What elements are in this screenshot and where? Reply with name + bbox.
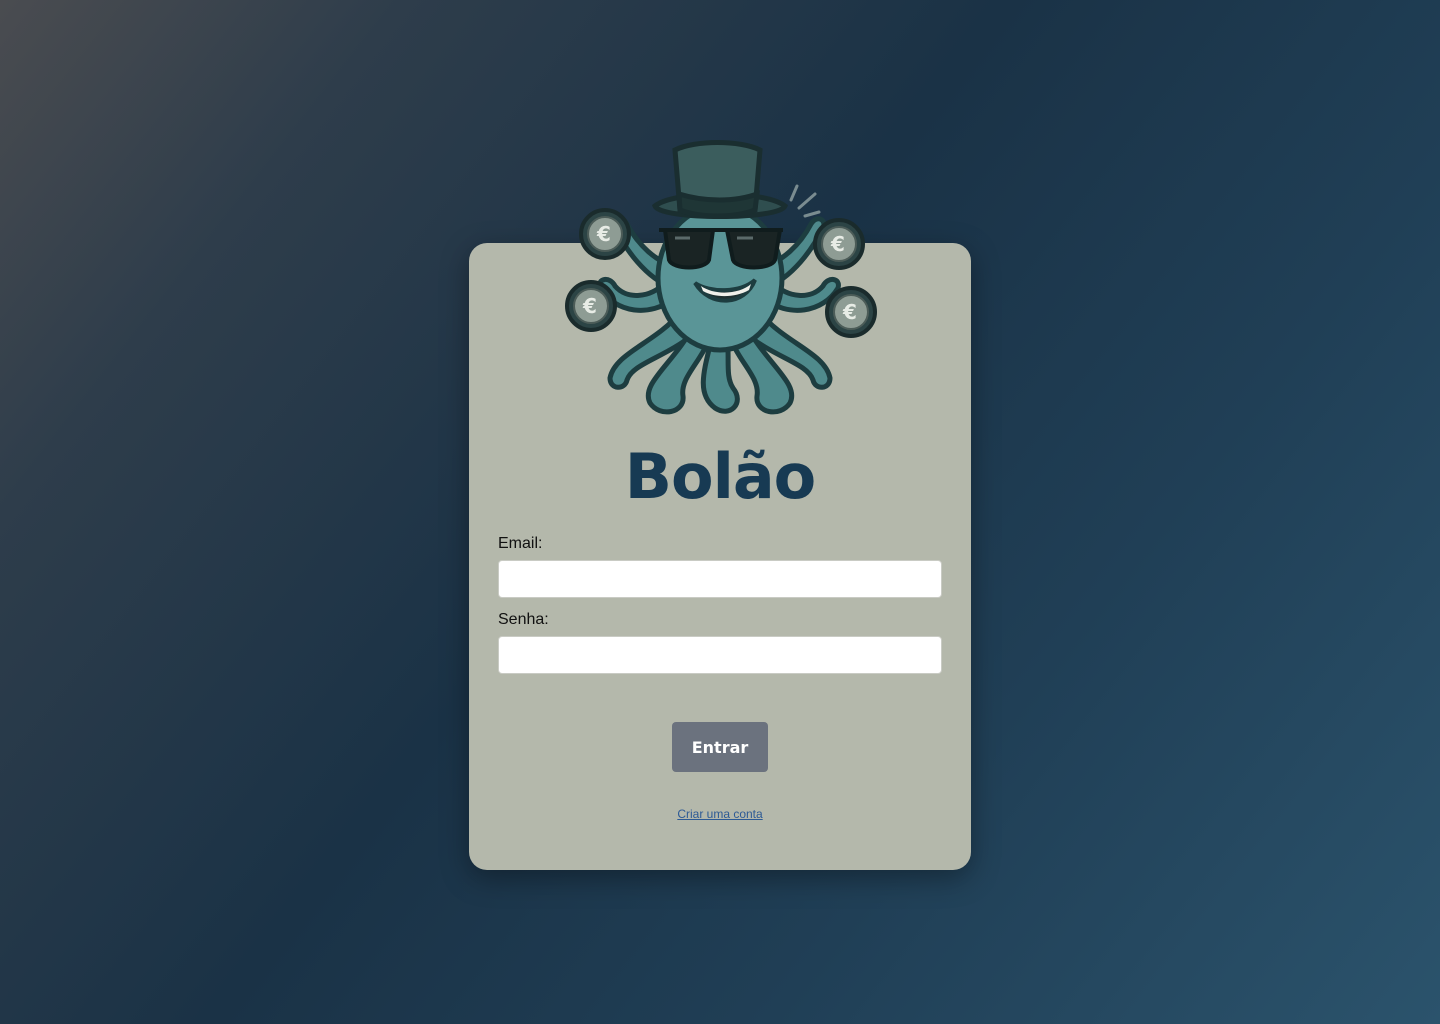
login-button[interactable]: Entrar <box>672 722 768 772</box>
brand-title: Bolão <box>624 440 817 513</box>
euro-coin-icon: € <box>579 208 631 260</box>
top-hat-icon <box>652 140 788 219</box>
password-label: Senha: <box>498 611 549 628</box>
svg-text:€: € <box>842 300 857 324</box>
email-label: Email: <box>498 535 543 552</box>
password-input[interactable] <box>498 636 942 674</box>
email-input[interactable] <box>498 560 942 598</box>
octopus-head <box>655 203 785 353</box>
create-account-link[interactable]: Criar uma conta <box>677 807 762 821</box>
euro-coin-icon: € <box>825 286 877 338</box>
svg-text:€: € <box>830 232 845 256</box>
signup-link-container: Criar uma conta <box>469 807 971 821</box>
sparkle-lines <box>789 184 821 218</box>
svg-text:€: € <box>582 294 597 318</box>
euro-coin-icon: € <box>565 280 617 332</box>
svg-text:€: € <box>596 222 611 246</box>
octopus-mascot-icon: € € € € <box>565 140 877 415</box>
euro-coin-icon: € <box>813 218 865 270</box>
